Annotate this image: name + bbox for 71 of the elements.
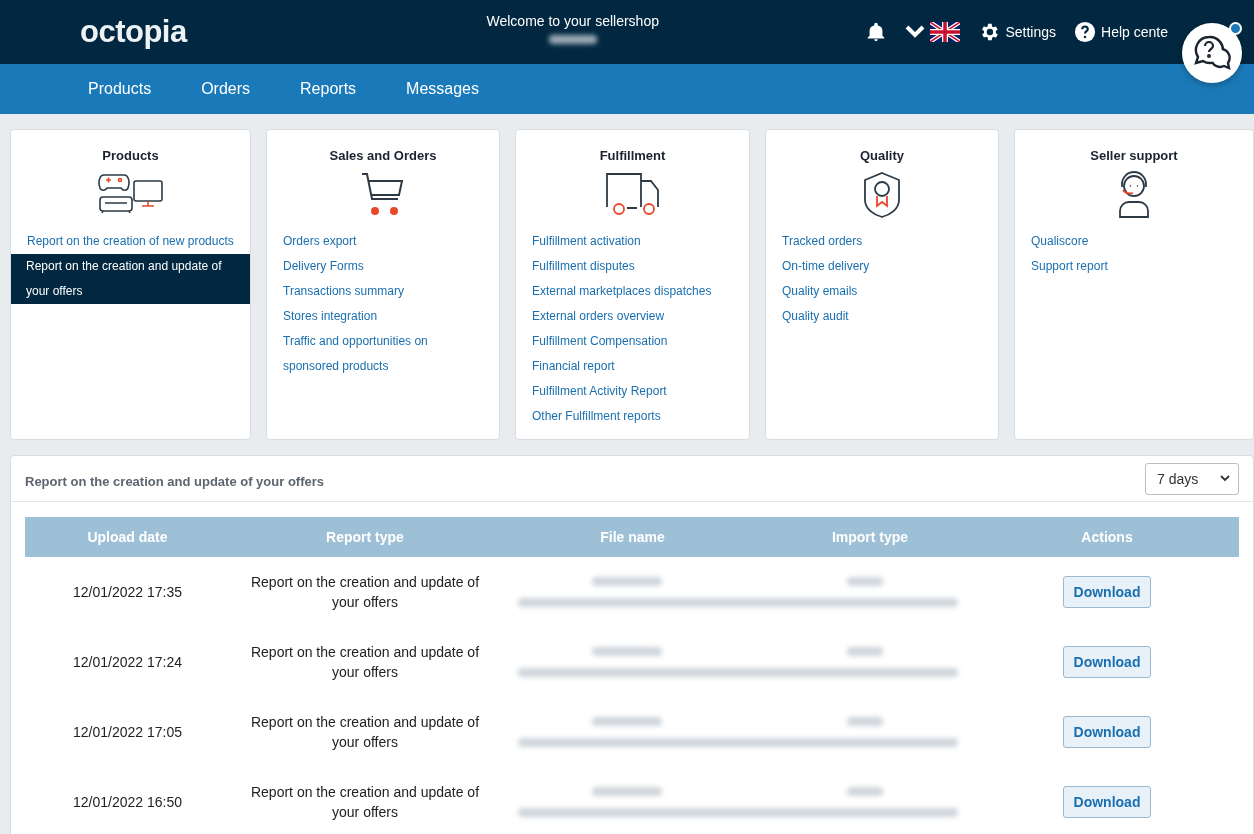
redacted-text xyxy=(592,647,663,656)
column-header: Import type xyxy=(830,529,910,545)
table-cell-text: Report on the creation and update of your offers xyxy=(249,713,481,752)
table-cell-text: 12/01/2022 17:24 xyxy=(72,653,183,672)
table-cell-text: Report on the creation and update of your offers xyxy=(249,783,481,822)
report-link[interactable]: Report on the creation and update of your offers xyxy=(11,254,250,304)
table-cell-text: 12/01/2022 17:35 xyxy=(72,583,183,602)
download-button[interactable]: Download xyxy=(1062,646,1152,678)
column-header: Actions xyxy=(1080,529,1134,545)
card-title: Seller support xyxy=(1089,148,1179,163)
support-agent-icon xyxy=(1116,171,1152,219)
shield-ribbon-icon xyxy=(862,171,902,219)
table-cell-text: Report on the creation and update of your offers xyxy=(249,573,481,612)
help-icon[interactable] xyxy=(1074,21,1097,43)
column-header: Report type xyxy=(325,529,405,545)
logo[interactable]: octopia xyxy=(80,14,280,50)
welcome-text: Welcome to your sellershop xyxy=(486,12,659,29)
card-title: Quality xyxy=(858,148,906,163)
report-link[interactable]: Other Fulfillment reports xyxy=(516,404,749,429)
report-link[interactable]: Stores integration xyxy=(267,304,499,329)
chat-help-button[interactable] xyxy=(1182,23,1242,83)
settings-link[interactable]: Settings xyxy=(1005,24,1057,40)
report-link[interactable]: Support report xyxy=(1015,254,1253,279)
flag-icon[interactable] xyxy=(930,22,961,42)
nav-link[interactable]: Orders xyxy=(201,80,251,98)
report-link[interactable]: Orders export xyxy=(267,229,499,254)
card-title: Sales and Orders xyxy=(328,148,438,163)
download-button[interactable]: Download xyxy=(1062,716,1152,748)
redacted-text xyxy=(846,717,883,726)
report-link[interactable]: Fulfillment disputes xyxy=(516,254,749,279)
nav-link[interactable]: Messages xyxy=(406,80,479,98)
download-button[interactable]: Download xyxy=(1062,576,1152,608)
nav-link[interactable]: Products xyxy=(88,80,152,98)
report-link[interactable]: Fulfillment activation xyxy=(516,229,749,254)
chevron-down-icon[interactable] xyxy=(905,25,926,39)
redacted-text xyxy=(592,717,663,726)
redacted-text xyxy=(846,577,883,586)
redacted-text xyxy=(846,787,883,796)
redacted-text xyxy=(592,787,663,796)
panel-title: Report on the creation and update of your offers xyxy=(25,473,325,489)
report-link[interactable]: Quality emails xyxy=(766,279,998,304)
redacted-text xyxy=(592,577,663,586)
report-link[interactable]: On-time delivery xyxy=(766,254,998,279)
report-link[interactable]: Tracked orders xyxy=(766,229,998,254)
card-title: Products xyxy=(101,148,160,163)
redacted-username xyxy=(548,34,597,44)
card-title: Fulfillment xyxy=(598,148,667,163)
chevron-down-icon xyxy=(1220,475,1230,482)
report-link[interactable]: Fulfillment Compensation xyxy=(516,329,749,354)
report-link[interactable]: Financial report xyxy=(516,354,749,379)
column-header: File name xyxy=(599,529,666,545)
notification-dot xyxy=(1229,22,1242,35)
report-link[interactable]: Report on the creation of new products xyxy=(11,229,250,254)
help-center-link[interactable]: Help cente xyxy=(1101,24,1168,40)
nav-link[interactable]: Reports xyxy=(300,80,357,98)
report-link[interactable]: External marketplaces dispatches xyxy=(516,279,749,304)
report-link[interactable]: Quality audit xyxy=(766,304,998,329)
report-link[interactable]: Qualiscore xyxy=(1015,229,1253,254)
report-link[interactable]: External orders overview xyxy=(516,304,749,329)
report-link[interactable]: Fulfillment Activity Report xyxy=(516,379,749,404)
column-header: Upload date xyxy=(86,529,169,545)
report-link[interactable]: Transactions summary xyxy=(267,279,499,304)
redacted-text xyxy=(846,647,883,656)
chat-question-icon xyxy=(1193,35,1231,71)
report-link[interactable]: Traffic and opportunities on sponsored products xyxy=(267,329,499,379)
table-cell-text: 12/01/2022 17:05 xyxy=(72,723,183,742)
report-link[interactable]: Delivery Forms xyxy=(267,254,499,279)
table-cell-text: 12/01/2022 16:50 xyxy=(72,793,183,812)
period-select[interactable]: 7 days xyxy=(1145,462,1239,495)
table-cell-text: Report on the creation and update of your offers xyxy=(249,643,481,682)
download-button[interactable]: Download xyxy=(1062,786,1152,818)
